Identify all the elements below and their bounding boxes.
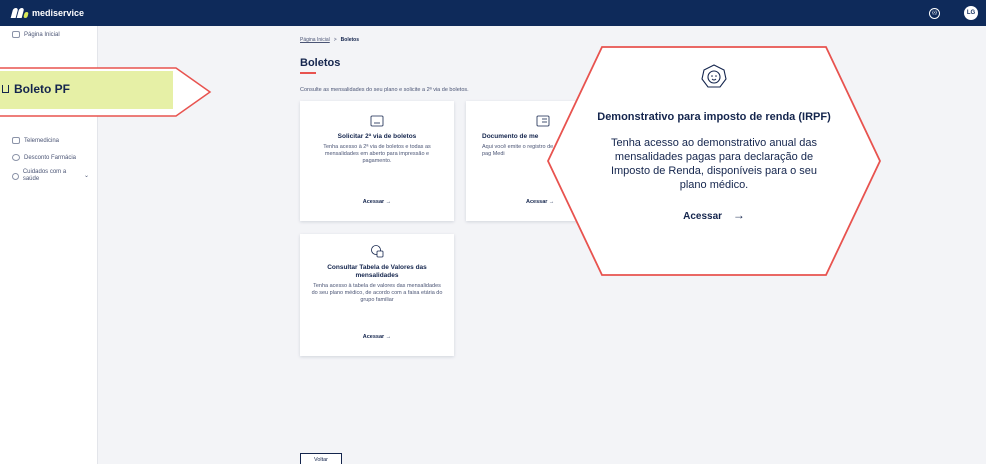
logo-mark-icon [10,8,29,18]
card-access-link[interactable]: Acessar → [300,199,454,205]
callout-access-label: Acessar [683,211,723,222]
sidebar-item-desconto-farmacia[interactable]: Desconto Farmácia [12,154,76,161]
highlight-label: Boleto PF [14,81,70,96]
page-subtitle: Consulte as mensalidades do seu plano e … [300,87,469,93]
card-description: Tenha acesso à 2ª via de boletos e todas… [323,144,431,164]
card-description: Tenha acesso à tabela de valores das men… [311,283,443,303]
title-underline [300,72,316,74]
arrow-right-icon: → [732,208,745,222]
sidebar-item-label: Desconto Farmácia [24,154,77,161]
sidebar-item-boleto-pf[interactable]: Boleto PF [0,69,177,108]
lion-badge-icon [701,64,727,88]
sidebar-item-telemedicina[interactable]: Telemedicina [12,137,59,144]
brand-name: mediservice [32,8,85,18]
avatar[interactable]: LG [964,6,978,20]
document-icon [370,115,384,127]
callout-irpf[interactable]: Demonstrativo para imposto de renda (IRP… [580,64,848,222]
breadcrumb-home-link[interactable]: Página Inicial [300,37,330,43]
page-title: Boletos [300,57,341,69]
top-bar: mediservice ♾ LG [0,0,986,26]
callout-access-link[interactable]: Acessar → [580,208,848,222]
chevron-down-icon[interactable]: ⌄ [84,172,89,179]
house-icon [2,84,9,93]
back-button[interactable]: Voltar [300,453,342,464]
card-access-link[interactable]: Acessar → [300,334,454,340]
accessibility-icon[interactable]: ♾ [929,7,940,19]
card-segunda-via[interactable]: Solicitar 2ª via de boletos Tenha acesso… [300,101,454,221]
sidebar-item-label: Cuidados com a saúde [22,169,67,182]
pharmacy-icon [12,154,20,161]
card-tabela-valores[interactable]: Consultar Tabela de Valores das mensalid… [300,234,454,356]
breadcrumb-current: Boletos [340,37,360,43]
price-table-icon [371,245,384,258]
health-icon [12,172,19,180]
callout-title: Demonstrativo para imposto de renda (IRP… [597,111,831,123]
sidebar-item-label: Telemedicina [24,137,60,144]
sidebar-item-label: Página Inicial [24,31,60,38]
breadcrumb: Página Inicial > Boletos [300,37,359,43]
callout-description: Tenha acesso ao demonstrativo anual das … [610,137,818,191]
sidebar-item-cuidados[interactable]: Cuidados com a saúde [12,169,72,183]
video-icon [12,137,20,144]
sidebar-item-home[interactable]: Página Inicial [12,31,60,38]
card-title: Solicitar 2ª via de boletos [337,133,417,140]
card-title: Consultar Tabela de Valores das mensalid… [327,264,427,279]
brand-logo[interactable]: mediservice [10,8,85,18]
breadcrumb-separator: > [333,37,337,43]
home-grid-icon [12,31,20,38]
